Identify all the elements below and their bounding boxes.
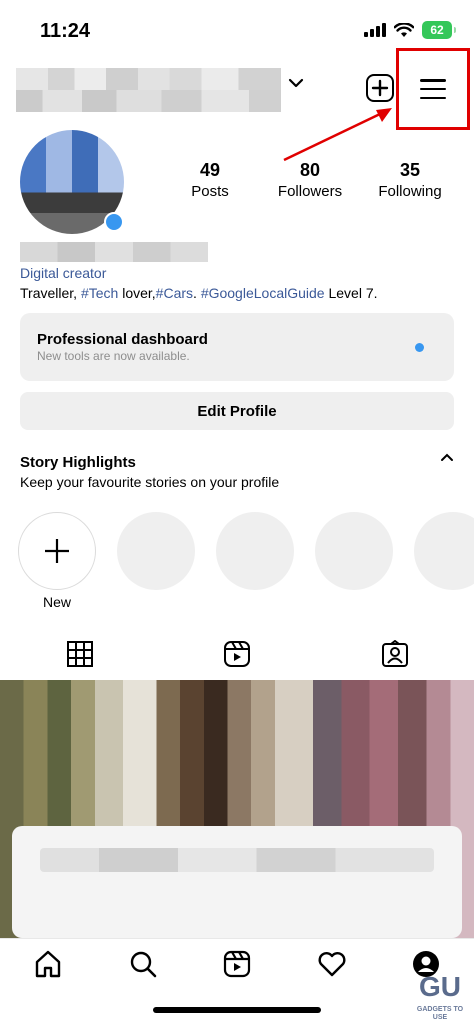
add-post-icon[interactable] [366,74,394,102]
bio-hashtag[interactable]: #Tech [81,285,118,301]
followers-count: 80 [299,160,321,180]
highlight-placeholder [315,512,393,590]
posts-label: Posts [191,183,229,200]
signal-icon [364,23,386,37]
status-time: 11:24 [40,20,91,42]
bio-hashtag[interactable]: #GoogleLocalGuide [201,285,325,301]
highlight-placeholder [117,512,195,590]
profile-header [0,48,474,130]
tagged-icon[interactable] [381,640,409,668]
bio-text: Level 7. [324,285,378,301]
new-highlight-button[interactable] [18,512,96,590]
following-count: 35 [399,160,421,180]
bio-text: Traveller, [20,285,81,301]
battery-indicator: 62 [422,21,456,39]
watermark-logo: GU GADGETS TO USE [416,971,464,1021]
highlight-placeholder [216,512,294,590]
home-indicator[interactable] [153,1007,321,1013]
bio-text: lover, [118,285,156,301]
wifi-icon [394,22,414,37]
menu-icon [420,79,446,99]
bio-text: . [193,285,201,301]
blurred-content [40,848,434,872]
add-story-badge[interactable] [104,212,124,232]
chevron-down-icon[interactable] [288,78,304,88]
professional-dashboard[interactable]: Professional dashboard New tools are now… [20,313,454,381]
following-stat[interactable]: 35 Following [360,160,460,200]
username-switcher[interactable] [16,68,281,112]
plus-icon [45,539,69,563]
grid-icon[interactable] [66,640,94,668]
pointer-arrow [283,108,392,162]
bio-hashtag[interactable]: #Cars [156,285,193,301]
profile-stats: 49 Posts 80 Followers 35 Following [160,160,460,200]
new-highlight-label: New [42,594,71,610]
followers-label: Followers [277,183,343,200]
posts-stat[interactable]: 49 Posts [160,160,260,200]
profile-tabs [0,636,474,676]
edit-profile-button[interactable]: Edit Profile [20,392,454,430]
posts-count: 49 [199,160,221,180]
menu-button[interactable] [396,48,470,130]
heart-icon[interactable] [317,949,347,979]
highlights-subtitle: Keep your favourite stories on your prof… [20,474,280,490]
highlights-title: Story Highlights [20,454,136,471]
home-icon[interactable] [33,949,63,979]
reels-nav-icon[interactable] [222,949,252,979]
following-label: Following [378,183,442,200]
dashboard-subtitle: New tools are now available. [37,349,190,363]
search-icon[interactable] [128,949,158,979]
followers-stat[interactable]: 80 Followers [260,160,360,200]
dashboard-title: Professional dashboard [37,331,208,348]
highlight-placeholder [414,512,474,590]
chevron-up-icon[interactable] [440,452,454,462]
display-name [20,242,208,262]
status-icons: 62 [364,21,456,39]
profile-category: Digital creator [20,265,107,281]
blurred-overlay [12,826,462,938]
profile-bio: Traveller, #Tech lover,#Cars. #GoogleLoc… [20,285,378,301]
notification-dot [415,343,424,352]
reels-icon[interactable] [223,640,251,668]
